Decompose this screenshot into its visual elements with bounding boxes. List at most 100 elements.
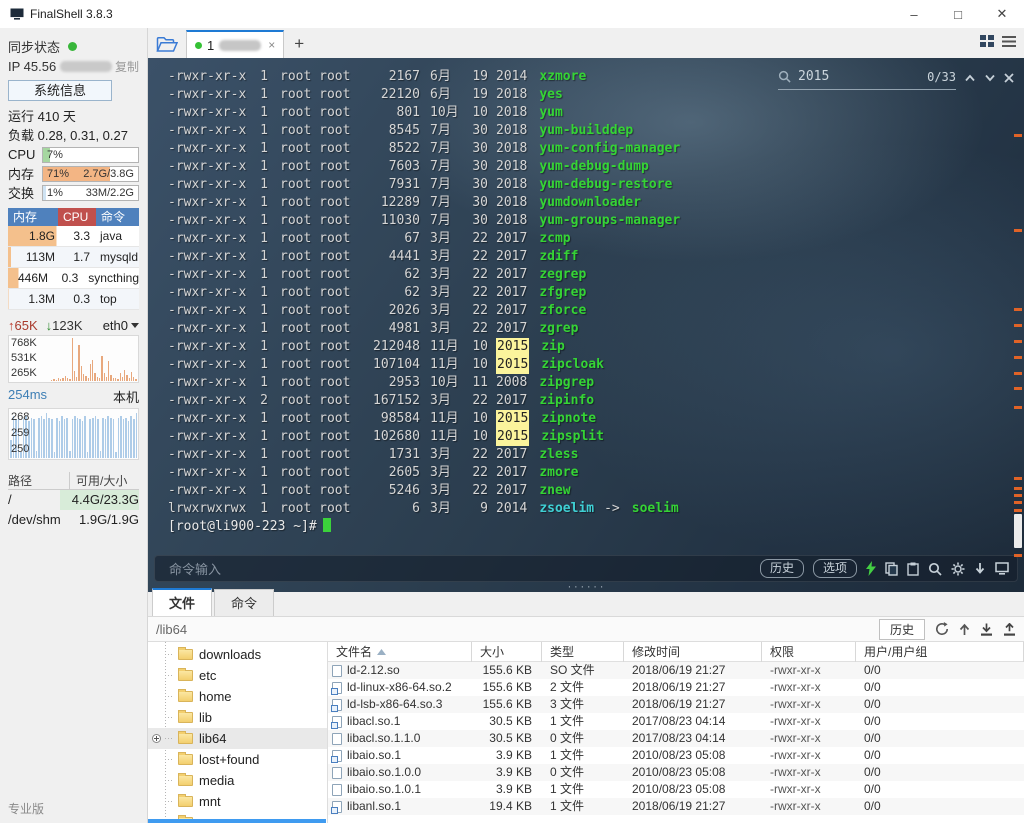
terminal-search-button[interactable]: [928, 562, 942, 576]
ping-host-label: 本机: [113, 387, 139, 406]
expand-icon[interactable]: [152, 734, 161, 743]
search-match-mark: [1014, 308, 1022, 311]
chevron-down-icon: [984, 74, 996, 82]
path-history-button[interactable]: 历史: [879, 619, 925, 640]
download-button[interactable]: [980, 623, 993, 636]
refresh-icon: [935, 622, 949, 636]
col-size[interactable]: 大小: [472, 642, 542, 662]
process-row[interactable]: 113M1.7mysqld: [8, 247, 139, 268]
tree-item-mnt[interactable]: mnt: [148, 791, 327, 812]
maximize-button[interactable]: □: [936, 0, 980, 28]
tree-item-lib[interactable]: lib: [148, 707, 327, 728]
terminal-search-field[interactable]: 2015 0/33: [778, 66, 956, 90]
process-col-command[interactable]: 命令: [96, 208, 139, 226]
panel-splitter-handle[interactable]: ······: [567, 583, 606, 592]
settings-button[interactable]: [951, 562, 965, 576]
col-perm[interactable]: 权限: [762, 642, 856, 662]
main-area: 1 × + -rwxr-xr-x1root root21676月192014xz…: [148, 28, 1024, 823]
tree-item-etc[interactable]: etc: [148, 665, 327, 686]
disk-row[interactable]: /dev/shm1.9G/1.9G: [8, 510, 139, 530]
command-input[interactable]: 命令输入: [169, 559, 760, 578]
command-input-bar: 命令输入 历史 选项: [154, 555, 1018, 582]
file-row[interactable]: libanl.so.119.4 KB1 文件2018/06/19 21:27-r…: [328, 798, 1024, 815]
process-row[interactable]: 1.3M0.3top: [8, 289, 139, 310]
col-type[interactable]: 类型: [542, 642, 624, 662]
copy-button[interactable]: [885, 562, 898, 576]
menu-icon[interactable]: [1002, 36, 1016, 47]
tab-close-icon[interactable]: ×: [268, 38, 275, 52]
search-next-button[interactable]: [984, 74, 996, 82]
copy-ip-link[interactable]: 复制: [115, 58, 139, 75]
layout-grid-icon[interactable]: [980, 35, 994, 47]
file-row[interactable]: ld-lsb-x86-64.so.3155.6 KB3 文件2018/06/19…: [328, 696, 1024, 713]
process-table-body: 1.8G3.3java113M1.7mysqld446M0.3syncthing…: [8, 226, 139, 310]
interface-selector[interactable]: eth0: [103, 318, 139, 333]
system-info-button[interactable]: 系统信息: [8, 80, 112, 101]
scroll-to-bottom-button[interactable]: [974, 562, 986, 576]
ping-chart: 268 259 250: [8, 408, 139, 460]
scrollbar-thumb[interactable]: [1014, 514, 1022, 548]
refresh-button[interactable]: [935, 622, 949, 636]
session-tab[interactable]: 1 ×: [186, 30, 284, 58]
options-button[interactable]: 选项: [813, 559, 857, 578]
file-row[interactable]: libaio.so.1.0.03.9 KB0 文件2010/08/23 05:0…: [328, 764, 1024, 781]
terminal-line: -rwxr-xr-x1root root85457月302018yum-buil…: [168, 122, 1024, 140]
paste-button[interactable]: [907, 562, 919, 576]
folder-icon: [178, 691, 193, 702]
history-button[interactable]: 历史: [760, 559, 804, 578]
terminal-line: -rwxr-xr-x1root root623月222017zegrep: [168, 266, 1024, 284]
disk-table: 路径 可用/大小 /4.4G/23.3G/dev/shm1.9G/1.9G: [8, 472, 139, 530]
terminal-line: -rwxr-xr-x1root root52463月222017znew: [168, 482, 1024, 500]
search-query[interactable]: 2015: [798, 69, 920, 84]
memory-meter: 内存 71% 2.7G/3.8G: [8, 164, 139, 183]
terminal-scrollbar[interactable]: [1014, 60, 1023, 588]
file-row[interactable]: libacl.so.130.5 KB1 文件2017/08/23 04:14-r…: [328, 713, 1024, 730]
minimize-button[interactable]: –: [892, 0, 936, 28]
tree-item-lib64[interactable]: lib64: [148, 728, 327, 749]
terminal-line: -rwxr-xr-x1root root10268011月102015zipsp…: [168, 428, 1024, 446]
process-row[interactable]: 1.8G3.3java: [8, 226, 139, 247]
process-table-header[interactable]: 内存 CPU 命令: [8, 208, 139, 226]
tree-item-downloads[interactable]: downloads: [148, 644, 327, 665]
col-mtime[interactable]: 修改时间: [624, 642, 762, 662]
file-shortcut-icon: [332, 716, 342, 728]
tab-commands[interactable]: 命令: [214, 589, 274, 616]
file-row[interactable]: libaio.so.13.9 KB1 文件2010/08/23 05:08-rw…: [328, 747, 1024, 764]
chevron-down-icon: [131, 323, 139, 328]
process-row[interactable]: 446M0.3syncthing: [8, 268, 139, 289]
open-connection-button[interactable]: [148, 30, 186, 58]
file-row[interactable]: libacl.so.1.1.030.5 KB0 文件2017/08/23 04:…: [328, 730, 1024, 747]
terminal-line: lrwxrwxrwx1root root63月92014zsoelim->soe…: [168, 500, 1024, 518]
tree-item-home[interactable]: home: [148, 686, 327, 707]
fullscreen-button[interactable]: [995, 562, 1009, 575]
tree-item-media[interactable]: media: [148, 770, 327, 791]
upload-button[interactable]: [1003, 623, 1016, 636]
tab-files[interactable]: 文件: [152, 588, 212, 616]
new-tab-button[interactable]: +: [284, 30, 314, 58]
parent-directory-button[interactable]: [959, 623, 970, 636]
tree-horizontal-scrollbar[interactable]: [148, 819, 326, 823]
file-row[interactable]: ld-2.12.so155.6 KBSO 文件2018/06/19 21:27-…: [328, 662, 1024, 679]
file-row[interactable]: ld-linux-x86-64.so.2155.6 KB2 文件2018/06/…: [328, 679, 1024, 696]
disk-row[interactable]: /4.4G/23.3G: [8, 490, 139, 510]
search-prev-button[interactable]: [964, 74, 976, 82]
process-col-memory[interactable]: 内存: [8, 208, 58, 226]
tree-item-lost+found[interactable]: lost+found: [148, 749, 327, 770]
file-icon: [332, 665, 342, 677]
process-col-cpu[interactable]: CPU: [58, 208, 96, 226]
search-close-button[interactable]: [1004, 73, 1014, 83]
search-match-mark: [1014, 487, 1022, 490]
col-owner[interactable]: 用户/用户组: [856, 642, 1024, 662]
current-path[interactable]: /lib64: [156, 622, 879, 637]
col-filename[interactable]: 文件名: [328, 642, 472, 662]
file-icon: [332, 733, 342, 745]
monitor-icon: [995, 562, 1009, 575]
chevron-up-icon: [964, 74, 976, 82]
terminal[interactable]: -rwxr-xr-x1root root21676月192014xzmore-r…: [148, 58, 1024, 592]
close-button[interactable]: ✕: [980, 0, 1024, 28]
file-row[interactable]: libaio.so.1.0.13.9 KB1 文件2010/08/23 05:0…: [328, 781, 1024, 798]
folder-icon: [178, 754, 193, 765]
connection-speed-icon[interactable]: [866, 561, 876, 576]
search-match-mark: [1014, 324, 1022, 327]
sort-ascending-icon: [377, 649, 386, 655]
